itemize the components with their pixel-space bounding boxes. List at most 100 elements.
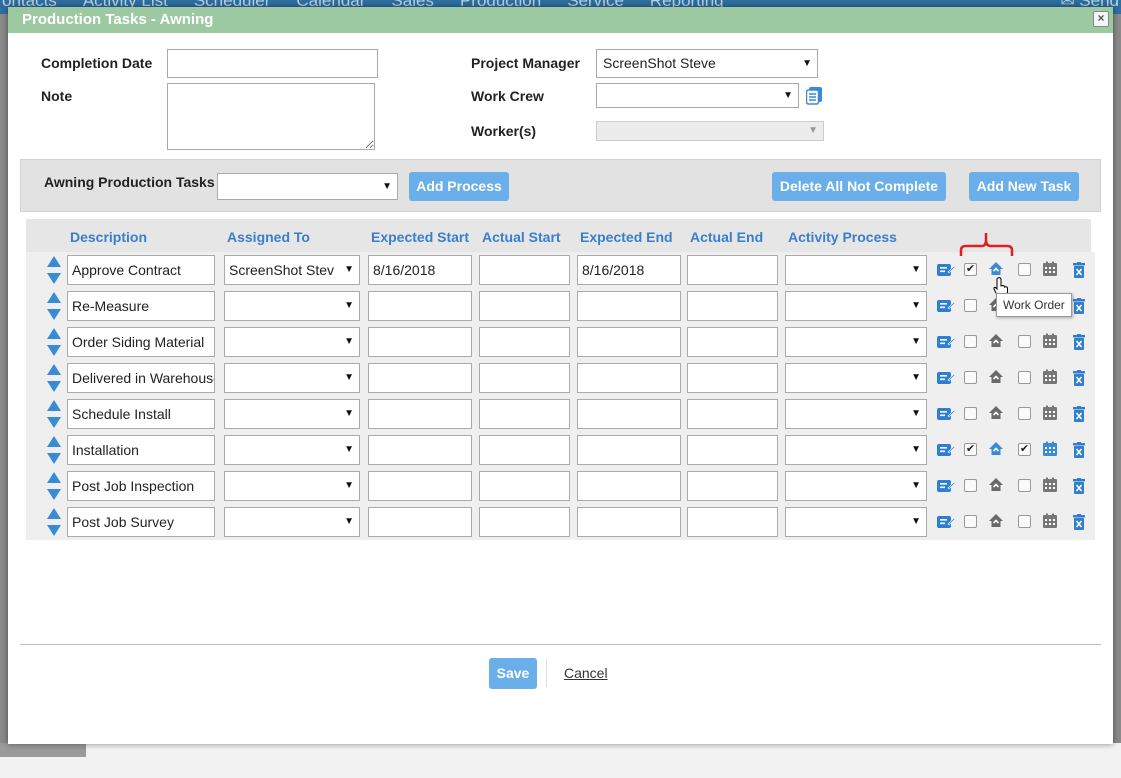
expected-end-input[interactable]: [577, 435, 681, 465]
work-order-checkbox[interactable]: [964, 407, 977, 420]
reorder-arrows-icon[interactable]: [46, 363, 62, 393]
notes-icon[interactable]: [937, 406, 956, 425]
assigned-to-select[interactable]: ▼: [224, 507, 360, 537]
calendar-icon[interactable]: [1042, 477, 1058, 496]
work-crew-select[interactable]: ▼: [596, 83, 799, 108]
calendar-icon[interactable]: [1042, 405, 1058, 424]
actual-end-input[interactable]: [687, 327, 778, 357]
activity-process-select[interactable]: ▼: [785, 399, 927, 429]
actual-end-input[interactable]: [687, 507, 778, 537]
add-new-task-button[interactable]: Add New Task: [969, 172, 1079, 201]
delete-task-icon[interactable]: [1072, 514, 1086, 533]
actual-start-input[interactable]: [479, 363, 570, 393]
delete-all-not-complete-button[interactable]: Delete All Not Complete: [772, 172, 946, 201]
work-order-house-icon[interactable]: [988, 333, 1004, 352]
reorder-arrows-icon[interactable]: [46, 471, 62, 501]
calendar-checkbox[interactable]: [1018, 407, 1031, 420]
work-order-house-icon[interactable]: [988, 513, 1004, 532]
calendar-checkbox[interactable]: [1018, 515, 1031, 528]
assigned-to-select[interactable]: ▼: [224, 291, 360, 321]
delete-task-icon[interactable]: [1072, 262, 1086, 281]
assigned-to-select[interactable]: ▼: [224, 327, 360, 357]
work-order-checkbox[interactable]: [964, 371, 977, 384]
actual-start-input[interactable]: [479, 255, 570, 285]
delete-task-icon[interactable]: [1072, 370, 1086, 389]
assigned-to-select[interactable]: ▼: [224, 471, 360, 501]
reorder-arrows-icon[interactable]: [46, 255, 62, 285]
project-manager-select[interactable]: ScreenShot Steve ▼: [596, 49, 818, 78]
actual-start-input[interactable]: [479, 471, 570, 501]
calendar-checkbox[interactable]: ✔: [1018, 443, 1031, 456]
description-input[interactable]: Approve Contract: [67, 255, 215, 285]
activity-process-select[interactable]: ▼: [785, 363, 927, 393]
calendar-icon[interactable]: [1042, 513, 1058, 532]
actual-start-input[interactable]: [479, 507, 570, 537]
activity-process-select[interactable]: ▼: [785, 471, 927, 501]
activity-process-select[interactable]: ▼: [785, 291, 927, 321]
actual-start-input[interactable]: [479, 327, 570, 357]
assigned-to-select[interactable]: ▼: [224, 399, 360, 429]
delete-task-icon[interactable]: [1072, 334, 1086, 353]
work-order-house-icon[interactable]: [988, 477, 1004, 496]
expected-start-input[interactable]: [368, 363, 472, 393]
notes-icon[interactable]: [937, 298, 956, 317]
reorder-arrows-icon[interactable]: [46, 327, 62, 357]
work-order-checkbox[interactable]: [964, 299, 977, 312]
calendar-checkbox[interactable]: [1018, 371, 1031, 384]
work-order-house-icon[interactable]: [988, 405, 1004, 424]
expected-start-input[interactable]: [368, 507, 472, 537]
expected-end-input[interactable]: [577, 291, 681, 321]
expected-end-input[interactable]: 8/16/2018: [577, 255, 681, 285]
assigned-to-select[interactable]: ▼: [224, 435, 360, 465]
work-order-checkbox[interactable]: [964, 335, 977, 348]
completion-date-input[interactable]: [167, 49, 378, 78]
actual-end-input[interactable]: [687, 471, 778, 501]
work-order-house-icon[interactable]: [988, 441, 1004, 460]
workers-select[interactable]: ▼: [596, 121, 824, 141]
reorder-arrows-icon[interactable]: [46, 291, 62, 321]
expected-start-input[interactable]: [368, 291, 472, 321]
description-input[interactable]: Installation: [67, 435, 215, 465]
description-input[interactable]: Re-Measure: [67, 291, 215, 321]
description-input[interactable]: Post Job Inspection: [67, 471, 215, 501]
actual-start-input[interactable]: [479, 399, 570, 429]
calendar-icon[interactable]: [1042, 261, 1058, 280]
calendar-icon[interactable]: [1042, 333, 1058, 352]
description-input[interactable]: Post Job Survey: [67, 507, 215, 537]
calendar-icon[interactable]: [1042, 369, 1058, 388]
actual-end-input[interactable]: [687, 399, 778, 429]
delete-task-icon[interactable]: [1072, 406, 1086, 425]
reorder-arrows-icon[interactable]: [46, 435, 62, 465]
notes-icon[interactable]: [937, 370, 956, 389]
assigned-to-select[interactable]: ScreenShot Stev ▼: [224, 255, 360, 285]
notes-icon[interactable]: [937, 514, 956, 533]
work-order-checkbox[interactable]: [964, 515, 977, 528]
expected-end-input[interactable]: [577, 507, 681, 537]
activity-process-select[interactable]: ▼: [785, 327, 927, 357]
note-textarea[interactable]: [167, 83, 375, 150]
expected-start-input[interactable]: [368, 399, 472, 429]
expected-start-input[interactable]: 8/16/2018: [368, 255, 472, 285]
calendar-checkbox[interactable]: [1018, 263, 1031, 276]
description-input[interactable]: Order Siding Material: [67, 327, 215, 357]
expected-end-input[interactable]: [577, 327, 681, 357]
crew-list-icon[interactable]: [806, 86, 824, 105]
activity-process-select[interactable]: ▼: [785, 255, 927, 285]
work-order-checkbox[interactable]: ✔: [964, 263, 977, 276]
notes-icon[interactable]: [937, 442, 956, 461]
expected-start-input[interactable]: [368, 435, 472, 465]
actual-end-input[interactable]: [687, 435, 778, 465]
notes-icon[interactable]: [937, 334, 956, 353]
expected-end-input[interactable]: [577, 471, 681, 501]
reorder-arrows-icon[interactable]: [46, 399, 62, 429]
save-button[interactable]: Save: [489, 658, 537, 689]
calendar-checkbox[interactable]: [1018, 479, 1031, 492]
expected-start-input[interactable]: [368, 471, 472, 501]
description-input[interactable]: Delivered in Warehouse: [67, 363, 215, 393]
notes-icon[interactable]: [937, 478, 956, 497]
work-order-checkbox[interactable]: ✔: [964, 443, 977, 456]
production-process-select[interactable]: ▼: [217, 173, 398, 200]
description-input[interactable]: Schedule Install: [67, 399, 215, 429]
delete-task-icon[interactable]: [1072, 298, 1086, 317]
delete-task-icon[interactable]: [1072, 442, 1086, 461]
